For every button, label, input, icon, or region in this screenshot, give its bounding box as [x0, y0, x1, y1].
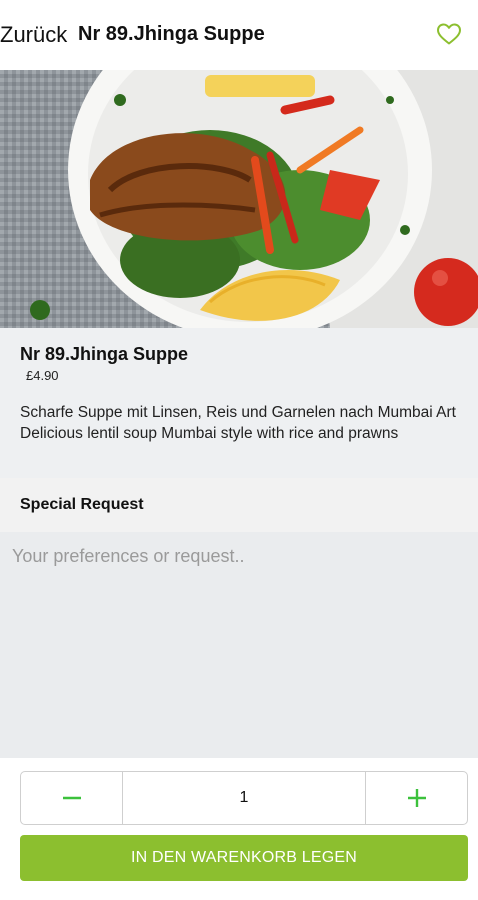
- special-request-header: Special Request: [0, 478, 478, 532]
- special-request-input[interactable]: [0, 532, 478, 758]
- minus-icon: [62, 796, 81, 800]
- special-request-label: Special Request: [20, 496, 144, 513]
- product-price: £4.90: [26, 368, 59, 383]
- back-button[interactable]: Zurück: [0, 22, 67, 48]
- quantity-value: 1: [239, 789, 249, 806]
- product-image: [0, 70, 478, 328]
- decrease-quantity-button[interactable]: [21, 772, 123, 824]
- page-title: Nr 89.Jhinga Suppe: [78, 23, 265, 45]
- add-to-cart-button[interactable]: IN DEN WARENKORB LEGEN: [20, 835, 468, 881]
- product-description: Scharfe Suppe mit Linsen, Reis und Garne…: [20, 404, 456, 442]
- top-bar: Zurück Nr 89.Jhinga Suppe: [0, 0, 478, 70]
- product-info: Nr 89.Jhinga Suppe £4.90 Scharfe Suppe m…: [0, 328, 478, 478]
- plus-icon: [407, 789, 426, 807]
- heart-outline-icon: [437, 23, 461, 45]
- product-name: Nr 89.Jhinga Suppe: [20, 344, 189, 364]
- favorite-button[interactable]: [436, 22, 462, 46]
- increase-quantity-button[interactable]: [365, 772, 467, 824]
- quantity-stepper: 1: [20, 771, 468, 825]
- bottom-action-area: 1 IN DEN WARENKORB LEGEN: [0, 758, 478, 900]
